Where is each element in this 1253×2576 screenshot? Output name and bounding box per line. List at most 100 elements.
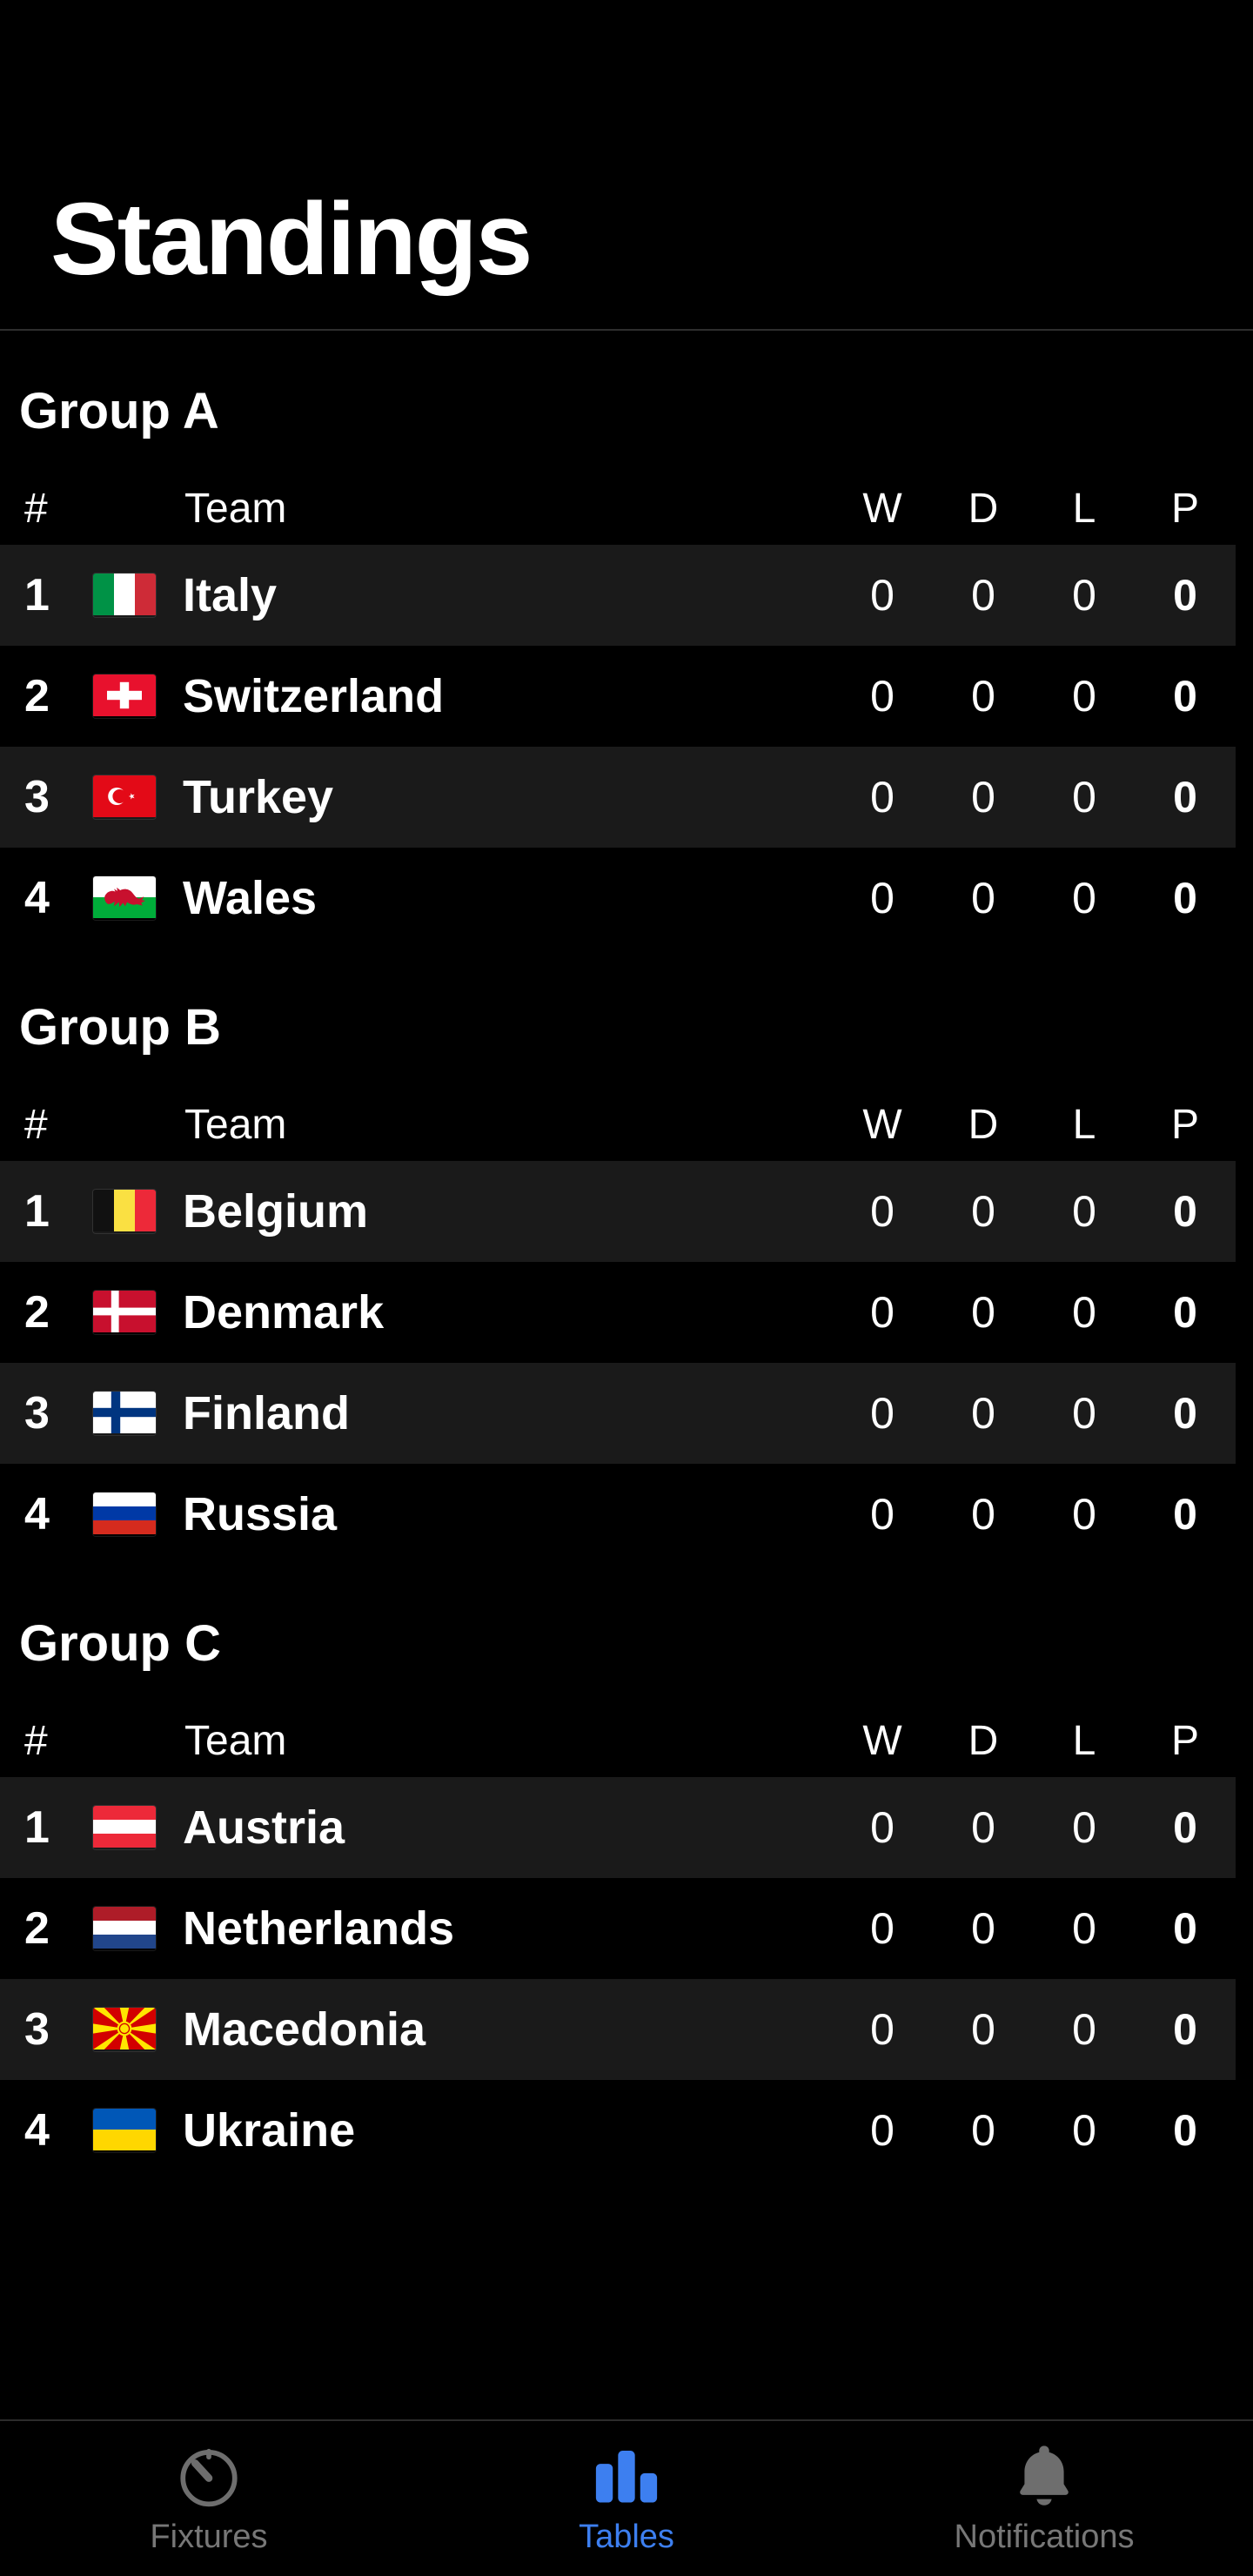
column-header-l: L	[1072, 1717, 1096, 1764]
row-p: 0	[1173, 1904, 1197, 1953]
row-team-name: Macedonia	[183, 2003, 426, 2056]
row-rank: 1	[24, 1186, 50, 1237]
row-w: 0	[870, 1490, 895, 1539]
group-block: Group C # Team W D L P 1 Austria 0 0 0 0 2 Netherlands…	[0, 1565, 1253, 2181]
navigation-bar: Standings	[0, 0, 1253, 331]
column-header-team: Team	[184, 1717, 287, 1764]
table-row[interactable]: 2 Switzerland 0 0 0 0	[0, 646, 1236, 747]
tab-notifications[interactable]: Notifications	[835, 2421, 1253, 2576]
table-row[interactable]: 3 Finland 0 0 0 0	[0, 1363, 1236, 1464]
column-header-p: P	[1170, 485, 1199, 532]
row-l: 0	[1072, 1389, 1096, 1438]
column-header-d: D	[968, 1717, 999, 1764]
row-rank: 3	[24, 772, 50, 822]
flag-switzerland-icon	[93, 674, 156, 718]
table-header-row: # Team W D L P	[0, 1088, 1236, 1161]
row-w: 0	[870, 2106, 895, 2155]
table-row[interactable]: 3 Macedonia 0 0 0 0	[0, 1979, 1236, 2080]
standings-table: # Team W D L P 1 Belgium 0 0 0 0 2 Denmark 0 0 0 0 3 Finlan…	[0, 1088, 1253, 1565]
table-row[interactable]: 1 Belgium 0 0 0 0	[0, 1161, 1236, 1262]
row-p: 0	[1173, 672, 1197, 721]
row-p: 0	[1173, 1490, 1197, 1539]
row-team-name: Turkey	[183, 771, 334, 823]
row-l: 0	[1072, 1490, 1096, 1539]
row-d: 0	[971, 1187, 995, 1236]
tab-tables[interactable]: Tables	[418, 2421, 835, 2576]
standings-scroll-area[interactable]: Group A # Team W D L P 1 Italy 0 0 0 0 2 Switzerland 0 0…	[0, 332, 1253, 2419]
flag-italy-icon	[93, 574, 156, 617]
team-flag-cell	[80, 1291, 169, 1334]
table-row[interactable]: 1 Italy 0 0 0 0	[0, 545, 1236, 646]
flag-netherlands-icon	[93, 1907, 156, 1950]
table-header-row: # Team W D L P	[0, 1704, 1236, 1777]
row-rank: 3	[24, 1388, 50, 1439]
row-l: 0	[1072, 1803, 1096, 1852]
row-rank: 4	[24, 873, 50, 923]
flag-austria-icon	[93, 1806, 156, 1849]
team-flag-cell	[80, 2008, 169, 2051]
row-d: 0	[971, 1490, 995, 1539]
row-rank: 1	[24, 1802, 50, 1853]
row-d: 0	[971, 2106, 995, 2155]
row-rank: 3	[24, 2004, 50, 2055]
column-header-w: W	[862, 1101, 902, 1148]
standings-table: # Team W D L P 1 Austria 0 0 0 0 2 Netherlands 0 0 0 0 3 Ma…	[0, 1704, 1253, 2181]
row-team-name: Denmark	[183, 1286, 385, 1338]
row-w: 0	[870, 672, 895, 721]
team-flag-cell	[80, 1493, 169, 1536]
row-l: 0	[1072, 2005, 1096, 2054]
standings-screen: Standings Group A # Team W D L P 1 Italy 0 0 0 0 2 Swi…	[0, 0, 1253, 2576]
team-flag-cell	[80, 1392, 169, 1435]
bell-icon	[1007, 2433, 1082, 2517]
column-header-l: L	[1072, 485, 1096, 532]
table-row[interactable]: 2 Netherlands 0 0 0 0	[0, 1878, 1236, 1979]
group-title: Group C	[19, 1615, 221, 1672]
flag-denmark-icon	[93, 1291, 156, 1334]
table-row[interactable]: 4 Russia 0 0 0 0	[0, 1464, 1236, 1565]
column-header-p: P	[1170, 1101, 1199, 1148]
table-row[interactable]: 4 Ukraine 0 0 0 0	[0, 2080, 1236, 2181]
flag-belgium-icon	[93, 1190, 156, 1233]
team-flag-cell	[80, 775, 169, 819]
row-l: 0	[1072, 571, 1096, 620]
flag-turkey-icon	[93, 775, 156, 819]
page-title: Standings	[50, 182, 533, 297]
group-block: Group A # Team W D L P 1 Italy 0 0 0 0 2 Switzerland 0 0…	[0, 332, 1253, 949]
table-row[interactable]: 1 Austria 0 0 0 0	[0, 1777, 1236, 1878]
row-l: 0	[1072, 1288, 1096, 1337]
row-w: 0	[870, 1803, 895, 1852]
row-rank: 2	[24, 1287, 50, 1338]
row-team-name: Switzerland	[183, 670, 445, 722]
row-d: 0	[971, 874, 995, 922]
row-rank: 4	[24, 2105, 50, 2156]
team-flag-cell	[80, 574, 169, 617]
group-block: Group B # Team W D L P 1 Belgium 0 0 0 0 2 Denmark 0 0 0 0…	[0, 949, 1253, 1565]
row-p: 0	[1173, 1288, 1197, 1337]
column-header-rank: #	[24, 1717, 48, 1764]
tab-label-tables: Tables	[579, 2519, 674, 2555]
table-row[interactable]: 4 Wales 0 0 0 0	[0, 848, 1236, 949]
table-row[interactable]: 2 Denmark 0 0 0 0	[0, 1262, 1236, 1363]
row-l: 0	[1072, 1187, 1096, 1236]
row-rank: 2	[24, 1903, 50, 1954]
row-rank: 4	[24, 1489, 50, 1540]
flag-ukraine-icon	[93, 2109, 156, 2152]
row-d: 0	[971, 1904, 995, 1953]
row-d: 0	[971, 571, 995, 620]
row-l: 0	[1072, 672, 1096, 721]
table-header-row: # Team W D L P	[0, 472, 1236, 545]
flag-russia-icon	[93, 1493, 156, 1536]
column-header-rank: #	[24, 485, 48, 532]
row-l: 0	[1072, 874, 1096, 922]
row-l: 0	[1072, 773, 1096, 822]
column-header-l: L	[1072, 1101, 1096, 1148]
column-header-d: D	[968, 1101, 999, 1148]
row-d: 0	[971, 773, 995, 822]
row-p: 0	[1173, 874, 1197, 922]
row-team-name: Wales	[183, 872, 318, 924]
row-team-name: Ukraine	[183, 2104, 356, 2157]
group-title: Group B	[19, 999, 221, 1056]
tab-fixtures[interactable]: Fixtures	[0, 2421, 418, 2576]
row-rank: 2	[24, 671, 50, 721]
table-row[interactable]: 3 Turkey 0 0 0 0	[0, 747, 1236, 848]
